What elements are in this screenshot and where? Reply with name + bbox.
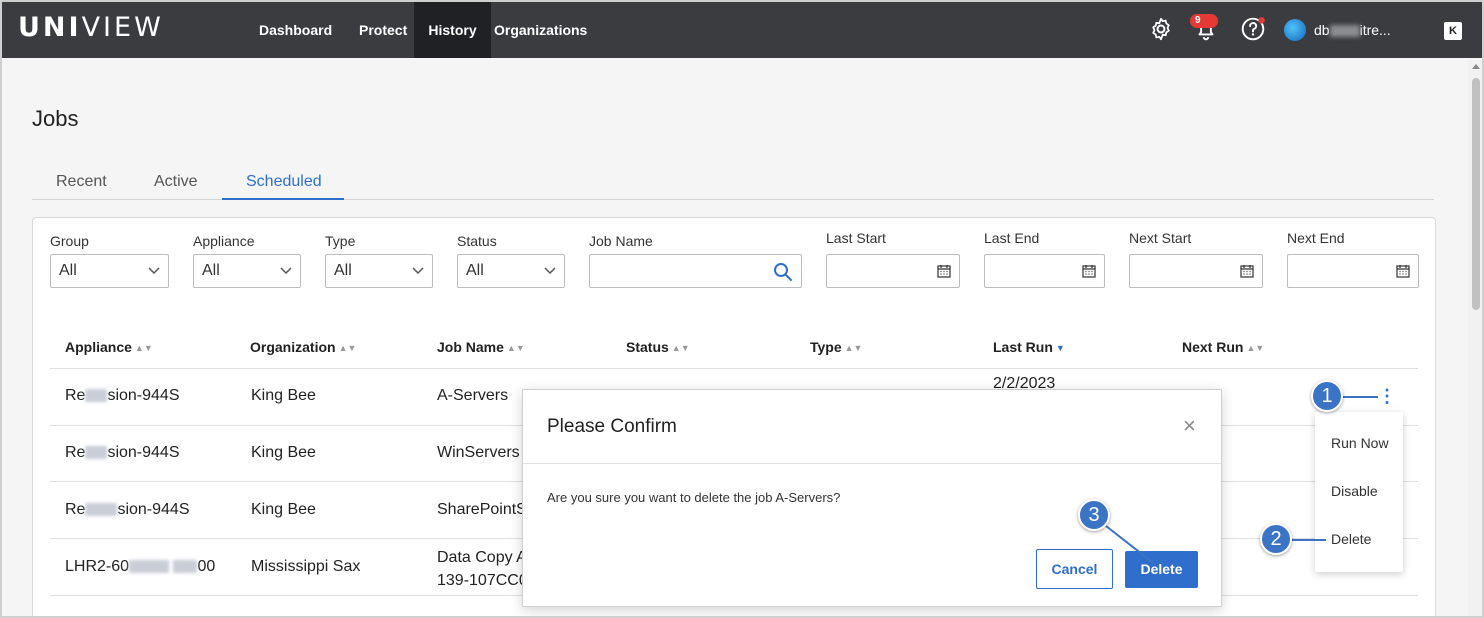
last-end-date-input[interactable] bbox=[984, 254, 1105, 288]
table-row-job-name: A-Servers bbox=[437, 387, 509, 404]
filter-group-label: Group bbox=[50, 233, 89, 249]
sort-icon: ▲▼ bbox=[1246, 343, 1265, 353]
filter-next-end-label: Next End bbox=[1287, 230, 1345, 246]
filter-appliance-label: Appliance bbox=[193, 233, 255, 249]
table-row-organization: King Bee bbox=[251, 444, 316, 461]
filter-group-select[interactable]: All bbox=[50, 254, 169, 288]
column-header-status[interactable]: Status ▲▼ bbox=[626, 339, 690, 355]
confirm-dialog: Please Confirm × Are you sure you want t… bbox=[522, 389, 1222, 607]
nav-dashboard[interactable]: Dashboard bbox=[247, 2, 344, 58]
cancel-button[interactable]: Cancel bbox=[1036, 549, 1113, 589]
column-header-job-name[interactable]: Job Name ▲▼ bbox=[437, 339, 525, 355]
filter-last-start-label: Last Start bbox=[826, 230, 886, 246]
tab-scheduled[interactable]: Scheduled bbox=[246, 173, 322, 191]
row-actions-menu: Run Now Disable Delete bbox=[1315, 412, 1403, 572]
delete-button[interactable]: Delete bbox=[1125, 551, 1198, 588]
user-avatar[interactable] bbox=[1284, 19, 1306, 41]
dialog-divider bbox=[523, 463, 1221, 464]
column-header-last-run[interactable]: Last Run ▼ bbox=[993, 339, 1065, 355]
scrollbar-thumb[interactable] bbox=[1472, 78, 1480, 310]
table-header-divider bbox=[50, 368, 1418, 369]
chevron-down-icon bbox=[148, 267, 160, 275]
menu-item-delete[interactable]: Delete bbox=[1331, 531, 1371, 547]
page-title: Jobs bbox=[32, 106, 79, 131]
dialog-title: Please Confirm bbox=[547, 416, 677, 437]
last-start-date-input[interactable] bbox=[826, 254, 960, 288]
step-callout-1: 1 bbox=[1311, 380, 1343, 412]
column-header-appliance[interactable]: Appliance ▲▼ bbox=[65, 339, 153, 355]
step-callout-3: 3 bbox=[1078, 499, 1110, 531]
filter-type-select[interactable]: All bbox=[325, 254, 433, 288]
table-row-appliance: Re sion-944S bbox=[65, 444, 180, 461]
column-header-type[interactable]: Type ▲▼ bbox=[810, 339, 862, 355]
table-row-appliance: LHR2-60 00 bbox=[65, 558, 216, 575]
table-row-job-name: Data Copy A 139-107CC0 bbox=[437, 549, 528, 589]
calendar-icon[interactable] bbox=[937, 264, 951, 278]
user-menu[interactable]: db itre... bbox=[1314, 22, 1391, 38]
sort-icon: ▲▼ bbox=[338, 343, 357, 353]
filter-jobname-label: Job Name bbox=[589, 233, 653, 249]
callout-leader-line bbox=[1342, 396, 1378, 398]
nav-organizations[interactable]: Organizations bbox=[482, 2, 599, 58]
chevron-down-icon bbox=[412, 267, 424, 275]
filter-status-select[interactable]: All bbox=[457, 254, 565, 288]
menu-item-disable[interactable]: Disable bbox=[1331, 483, 1378, 499]
help-icon[interactable] bbox=[1240, 16, 1266, 42]
sort-icon: ▲▼ bbox=[506, 343, 525, 353]
nav-protect[interactable]: Protect bbox=[347, 2, 419, 58]
job-name-search bbox=[589, 254, 802, 288]
active-tab-indicator bbox=[222, 198, 344, 200]
sort-icon: ▲▼ bbox=[844, 343, 863, 353]
job-name-search-input[interactable] bbox=[596, 255, 766, 285]
filter-status-label: Status bbox=[457, 233, 497, 249]
chevron-down-icon bbox=[544, 267, 556, 275]
filter-appliance-select[interactable]: All bbox=[193, 254, 301, 288]
close-icon[interactable]: × bbox=[1183, 415, 1196, 437]
callout-leader-line bbox=[1292, 539, 1326, 541]
tab-active[interactable]: Active bbox=[154, 173, 198, 191]
table-row-appliance: Re sion-944S bbox=[65, 387, 180, 404]
filter-type-label: Type bbox=[325, 233, 356, 249]
table-row-appliance: Re sion-944S bbox=[65, 501, 190, 518]
sort-descending-icon: ▼ bbox=[1055, 343, 1065, 353]
table-row-organization: Mississippi Sax bbox=[251, 558, 361, 575]
menu-item-run-now[interactable]: Run Now bbox=[1331, 435, 1389, 451]
top-navigation-bar: UNIVIEW Dashboard Protect History Organi… bbox=[2, 2, 1482, 58]
calendar-icon[interactable] bbox=[1396, 264, 1410, 278]
calendar-icon[interactable] bbox=[1082, 264, 1096, 278]
page-scrollbar[interactable] bbox=[1468, 60, 1482, 616]
scroll-up-arrow-icon[interactable] bbox=[1472, 64, 1480, 69]
table-row-job-name: SharePointS bbox=[437, 501, 527, 518]
table-row-organization: King Bee bbox=[251, 387, 316, 404]
column-header-organization[interactable]: Organization ▲▼ bbox=[250, 339, 356, 355]
column-header-next-run[interactable]: Next Run ▲▼ bbox=[1182, 339, 1264, 355]
nav-history[interactable]: History bbox=[414, 2, 491, 58]
chevron-down-icon bbox=[280, 267, 292, 275]
sort-icon: ▲▼ bbox=[671, 343, 690, 353]
sort-icon: ▲▼ bbox=[134, 343, 153, 353]
next-end-date-input[interactable] bbox=[1287, 254, 1419, 288]
filter-last-end-label: Last End bbox=[984, 230, 1040, 246]
calendar-icon[interactable] bbox=[1240, 264, 1254, 278]
step-callout-2: 2 bbox=[1260, 523, 1292, 555]
search-icon[interactable] bbox=[773, 262, 793, 282]
table-row-job-name: WinServers bbox=[437, 444, 520, 461]
gear-icon[interactable] bbox=[1148, 16, 1174, 42]
notification-badge: 9 bbox=[1190, 14, 1218, 28]
tab-recent[interactable]: Recent bbox=[56, 173, 107, 191]
brand-mark-icon[interactable]: K bbox=[1444, 22, 1462, 40]
app-window: UNIVIEW Dashboard Protect History Organi… bbox=[0, 0, 1484, 618]
filter-next-start-label: Next Start bbox=[1129, 230, 1192, 246]
dialog-message: Are you sure you want to delete the job … bbox=[547, 490, 841, 505]
app-logo[interactable]: UNIVIEW bbox=[18, 12, 164, 43]
job-tabs: Recent Active Scheduled bbox=[32, 166, 1434, 200]
next-start-date-input[interactable] bbox=[1129, 254, 1263, 288]
row-actions-kebab-icon[interactable]: ⋮ bbox=[1378, 386, 1396, 406]
table-row-organization: King Bee bbox=[251, 501, 316, 518]
